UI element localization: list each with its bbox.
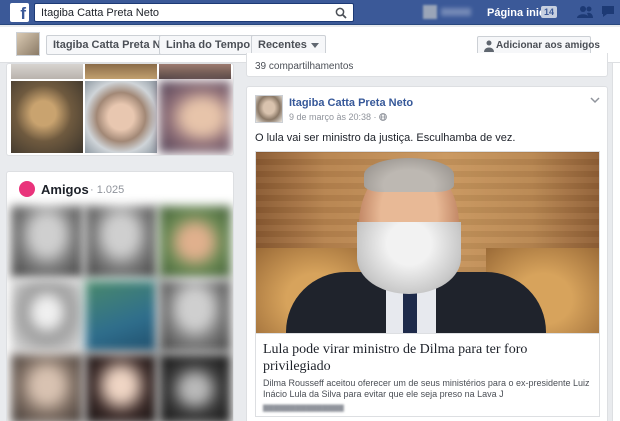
add-friend-icon <box>484 40 494 52</box>
friends-title[interactable]: Amigos <box>41 182 89 197</box>
friend-thumbnail[interactable] <box>159 280 231 352</box>
search-bar[interactable]: Itagiba Catta Preta Neto <box>34 3 354 22</box>
photo-thumbnail[interactable] <box>11 64 83 79</box>
post-timestamp[interactable]: 9 de março às 20:38 · <box>289 112 387 122</box>
photos-card <box>6 63 234 156</box>
link-description[interactable]: Dilma Rousseff aceitou oferecer um de se… <box>263 378 598 400</box>
friend-thumbnail[interactable] <box>159 206 231 278</box>
friends-icon <box>19 181 35 197</box>
photo-thumbnail[interactable] <box>159 81 231 153</box>
home-notification-badge: 14 <box>541 6 558 18</box>
post-options-chevron-icon[interactable] <box>590 96 600 104</box>
friend-thumbnail[interactable] <box>11 354 83 421</box>
photo-thumbnail[interactable] <box>85 64 157 79</box>
link-preview-image[interactable] <box>256 152 599 333</box>
search-input[interactable]: Itagiba Catta Preta Neto <box>41 7 159 19</box>
friend-thumbnail[interactable] <box>159 354 231 421</box>
profile-thumbnail[interactable] <box>16 32 40 56</box>
messages-icon[interactable] <box>600 5 616 19</box>
friend-thumbnail[interactable] <box>11 206 83 278</box>
friend-thumbnail[interactable] <box>85 206 157 278</box>
top-navigation-bar: f Itagiba Catta Preta Neto Página inicia… <box>0 0 620 25</box>
link-title[interactable]: Lula pode virar ministro de Dilma para t… <box>263 341 593 375</box>
user-avatar[interactable] <box>423 5 437 19</box>
friend-thumbnail[interactable] <box>85 354 157 421</box>
friends-count: · 1.025 <box>90 184 125 196</box>
photo-thumbnail[interactable] <box>11 81 83 153</box>
search-icon[interactable] <box>335 7 347 19</box>
user-name-blurred[interactable] <box>441 8 471 16</box>
chevron-down-icon <box>310 42 319 48</box>
friends-card: Amigos · 1.025 <box>6 171 234 421</box>
right-sidebar-edge <box>612 63 620 421</box>
facebook-logo-icon[interactable]: f <box>10 3 29 22</box>
post-author-name[interactable]: Itagiba Catta Preta Neto <box>289 97 413 109</box>
post-author-avatar[interactable] <box>255 95 283 123</box>
photo-thumbnail[interactable] <box>85 81 157 153</box>
link-domain-blurred: ▇▇▇▇▇▇▇▇▇▇▇▇▇▇▇ <box>263 405 344 412</box>
globe-icon <box>379 113 387 121</box>
post-text: O lula vai ser ministro da justiça. Escu… <box>255 132 516 144</box>
friend-thumbnail[interactable] <box>11 280 83 352</box>
friend-requests-icon[interactable] <box>577 5 593 19</box>
add-friend-label: Adicionar aos amigos <box>496 40 600 51</box>
friend-thumbnail[interactable] <box>85 280 157 352</box>
logo-letter: f <box>20 4 26 22</box>
post-time-label: 9 de março às 20:38 · <box>289 112 380 122</box>
timeline-label: Linha do Tempo <box>166 39 251 51</box>
shares-count[interactable]: 39 compartilhamentos <box>255 61 353 72</box>
recent-label: Recentes <box>258 39 307 51</box>
photo-thumbnail[interactable] <box>159 64 231 79</box>
recent-dropdown-button[interactable]: Recentes <box>251 35 326 55</box>
